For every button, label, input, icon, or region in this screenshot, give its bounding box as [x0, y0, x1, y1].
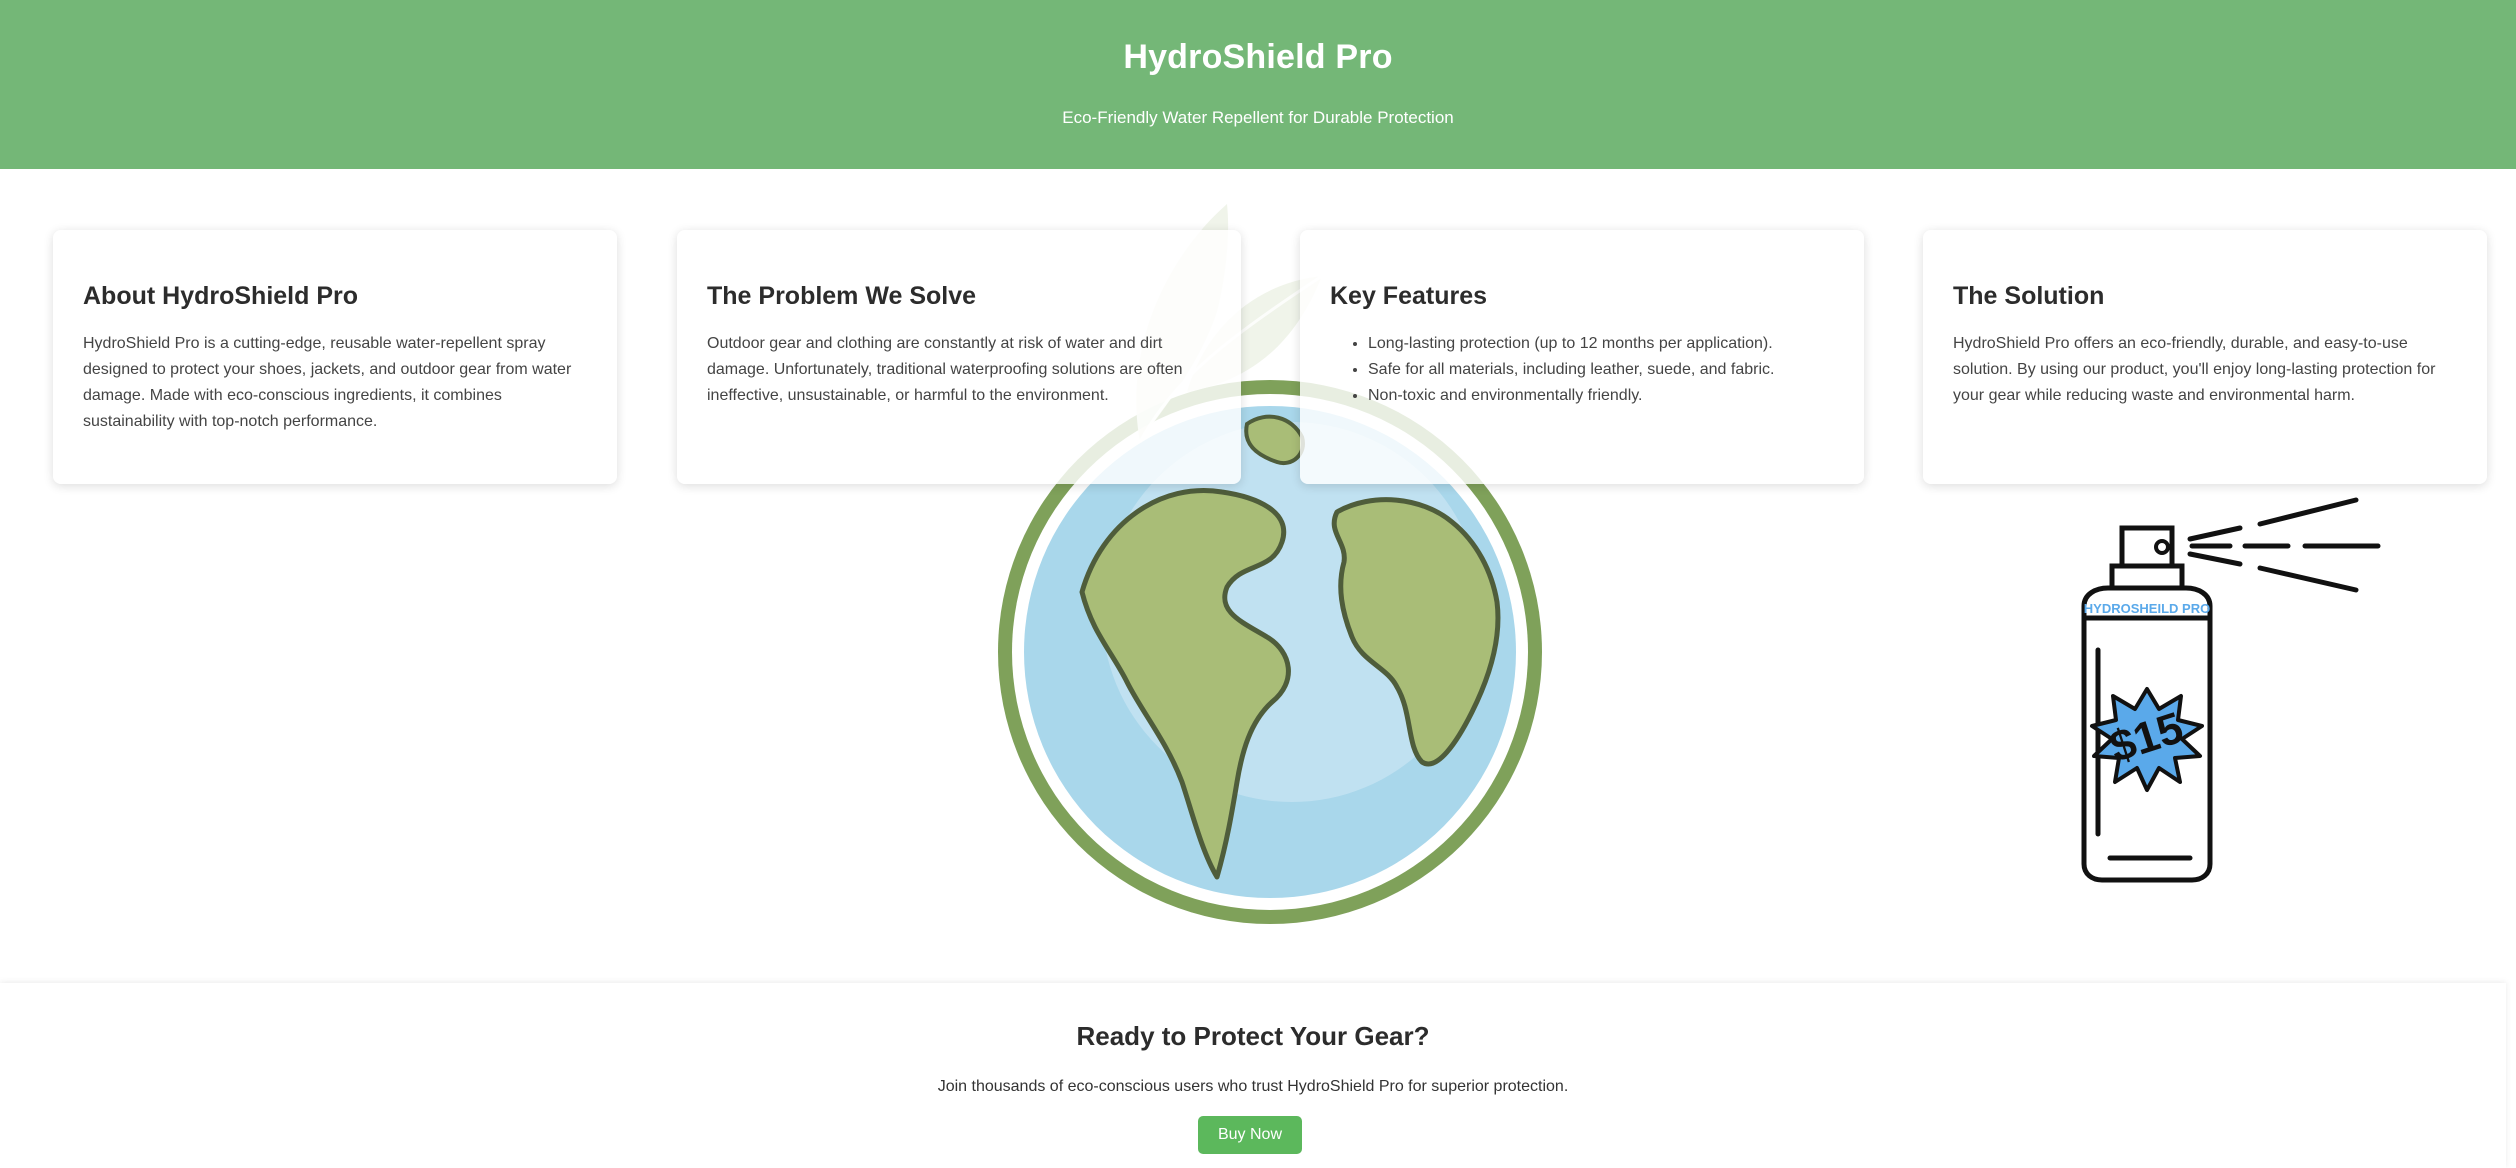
site-header: HydroShield Pro Eco-Friendly Water Repel…	[0, 0, 2516, 169]
solution-card-text: HydroShield Pro offers an eco-friendly, …	[1953, 335, 2436, 404]
about-card: About HydroShield Pro HydroShield Pro is…	[53, 230, 617, 484]
solution-card: The Solution HydroShield Pro offers an e…	[1923, 230, 2487, 484]
cta-text: Join thousands of eco-conscious users wh…	[937, 1078, 1569, 1095]
about-card-text: HydroShield Pro is a cutting-edge, reusa…	[83, 335, 572, 430]
feature-item: Non-toxic and environmentally friendly.	[1368, 383, 1834, 409]
cta-section: Ready to Protect Your Gear? Join thousan…	[0, 983, 2506, 1168]
site-subtitle: Eco-Friendly Water Repellent for Durable…	[1062, 108, 1454, 127]
features-card-title: Key Features	[1330, 282, 1488, 310]
feature-item: Safe for all materials, including leathe…	[1368, 357, 1834, 383]
about-card-title: About HydroShield Pro	[83, 282, 358, 310]
spray-mist-icon	[2187, 497, 2381, 593]
feature-item: Long-lasting protection (up to 12 months…	[1368, 331, 1834, 357]
features-list: Long-lasting protection (up to 12 months…	[1330, 331, 1834, 409]
site-title: HydroShield Pro	[1123, 38, 1393, 76]
bottle-brand-label: HYDROSHEILD PRO	[2084, 601, 2210, 616]
problem-card: The Problem We Solve Outdoor gear and cl…	[677, 230, 1241, 484]
buy-now-button[interactable]: Buy Now	[1198, 1116, 1302, 1154]
cta-title: Ready to Protect Your Gear?	[1076, 1021, 1430, 1051]
solution-card-title: The Solution	[1953, 282, 2105, 310]
problem-card-text: Outdoor gear and clothing are constantly…	[707, 335, 1183, 404]
features-card: Key Features Long-lasting protection (up…	[1300, 230, 1864, 484]
problem-card-title: The Problem We Solve	[707, 282, 977, 310]
spray-bottle-illustration: HYDROSHEILD PRO $15	[2081, 497, 2381, 883]
